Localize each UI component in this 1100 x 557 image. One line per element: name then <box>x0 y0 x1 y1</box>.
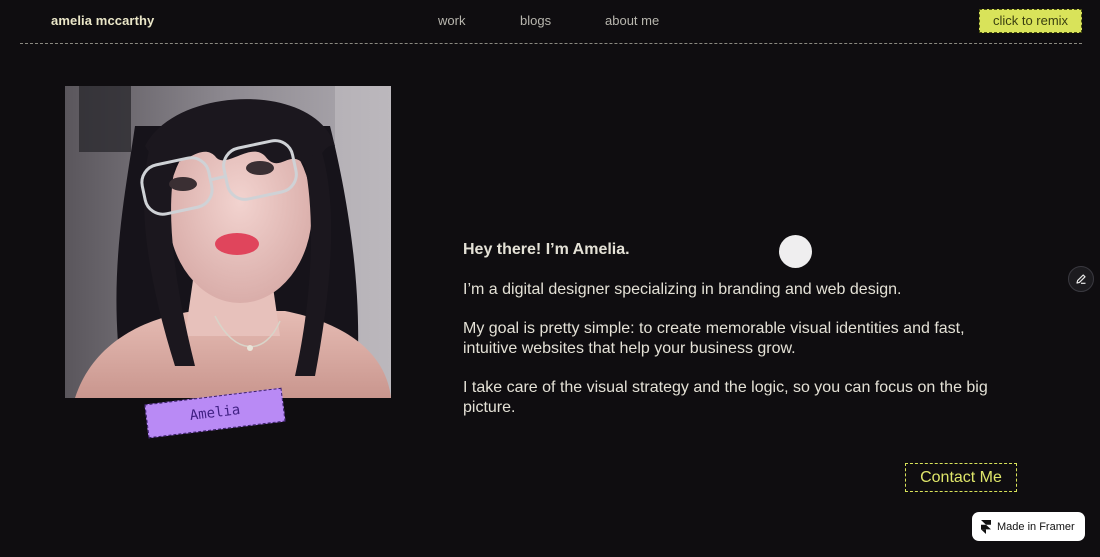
contact-me-button[interactable]: Contact Me <box>905 463 1017 492</box>
bio-paragraph-1: I’m a digital designer specializing in b… <box>463 281 902 298</box>
nav-link-about-me[interactable]: about me <box>605 13 659 28</box>
framer-badge-label: Made in Framer <box>997 520 1075 533</box>
profile-photo <box>65 86 391 398</box>
about-bio: Hey there! I’m Amelia. I’m a digital des… <box>463 240 1023 418</box>
nav-link-blogs[interactable]: blogs <box>520 13 551 28</box>
cursor-dot <box>779 235 812 268</box>
bio-paragraph-3: I take care of the visual strategy and t… <box>463 379 988 416</box>
main-nav: work blogs about me <box>0 13 1100 31</box>
nav-link-work[interactable]: work <box>438 13 465 28</box>
edit-button[interactable] <box>1068 266 1094 292</box>
made-in-framer-badge[interactable]: Made in Framer <box>972 512 1085 541</box>
remix-button[interactable]: click to remix <box>979 9 1082 33</box>
header-divider <box>20 43 1082 44</box>
framer-logo-icon <box>981 519 991 534</box>
bio-greeting: Hey there! I’m Amelia. <box>463 241 630 258</box>
bio-paragraph-2: My goal is pretty simple: to create memo… <box>463 320 965 357</box>
page: amelia mccarthy work blogs about me clic… <box>0 0 1100 557</box>
pencil-icon <box>1076 274 1086 284</box>
